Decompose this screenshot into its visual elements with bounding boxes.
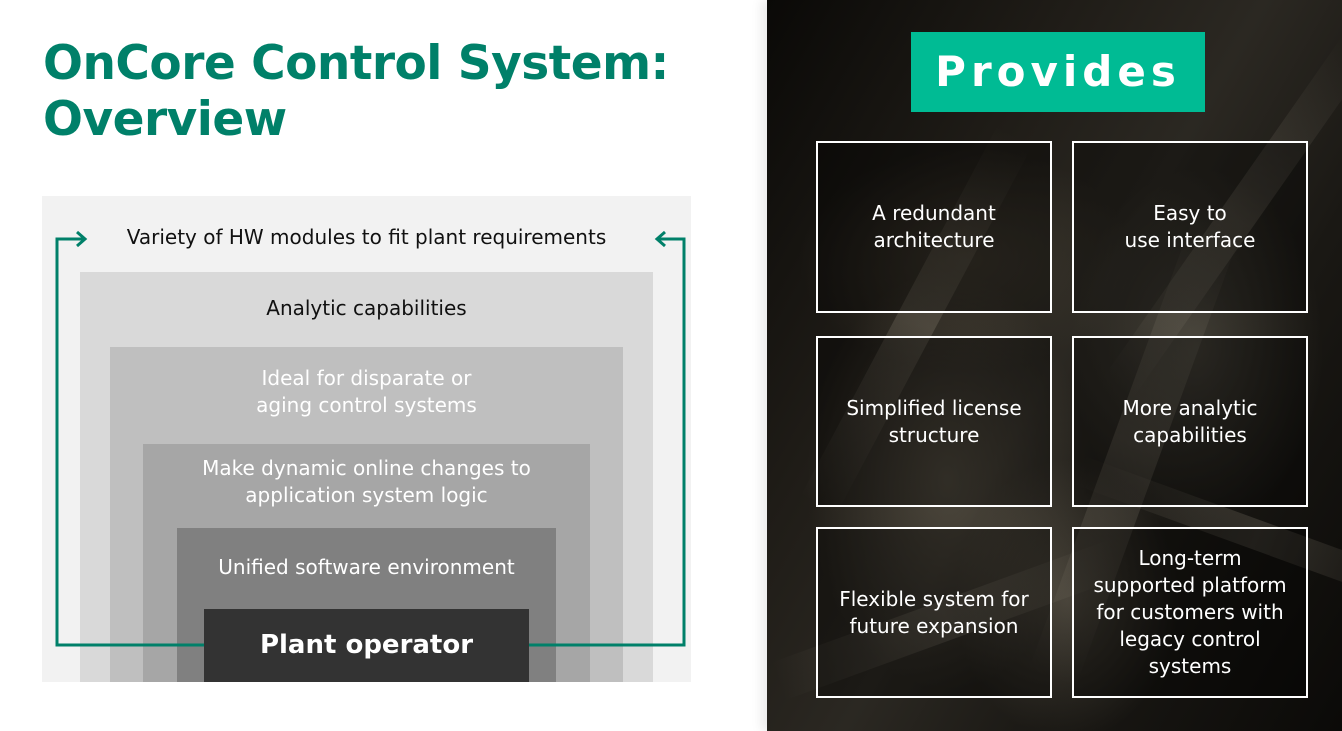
feature-card-label: Simplified license structure [846, 395, 1022, 447]
layer-analytic-capabilities-label: Analytic capabilities [266, 296, 467, 320]
layer-plant-operator-label: Plant operator [259, 630, 474, 660]
layer-plant-operator: Plant operator [204, 609, 529, 682]
provides-heading: Provides [911, 32, 1205, 112]
layer-dynamic-changes-label: Make dynamic online changes to applicati… [202, 456, 531, 507]
feature-card-redundant-architecture: A redundant architecture [816, 141, 1052, 313]
feature-card-label: More analytic capabilities [1122, 395, 1258, 447]
layer-unified-software-label: Unified software environment [218, 555, 515, 579]
feature-card-label: Long-term supported platform for custome… [1093, 546, 1287, 678]
feature-card-label: A redundant architecture [872, 201, 996, 252]
layer-hw-modules-label: Variety of HW modules to fit plant requi… [126, 225, 607, 249]
feature-card-label: Easy to use interface [1124, 201, 1256, 252]
feature-card-easy-interface: Easy to use interface [1072, 141, 1308, 313]
page-title: OnCore Control System: Overview [43, 36, 669, 147]
feature-card-simplified-license: Simplified license structure [816, 336, 1052, 507]
feature-card-flexible-system: Flexible system for future expansion [816, 527, 1052, 698]
feature-card-long-term-platform: Long-term supported platform for custome… [1072, 527, 1308, 698]
layer-disparate-systems-label: Ideal for disparate or aging control sys… [256, 366, 477, 417]
feature-card-analytic-capabilities: More analytic capabilities [1072, 336, 1308, 507]
feature-card-label: Flexible system for future expansion [839, 586, 1029, 638]
